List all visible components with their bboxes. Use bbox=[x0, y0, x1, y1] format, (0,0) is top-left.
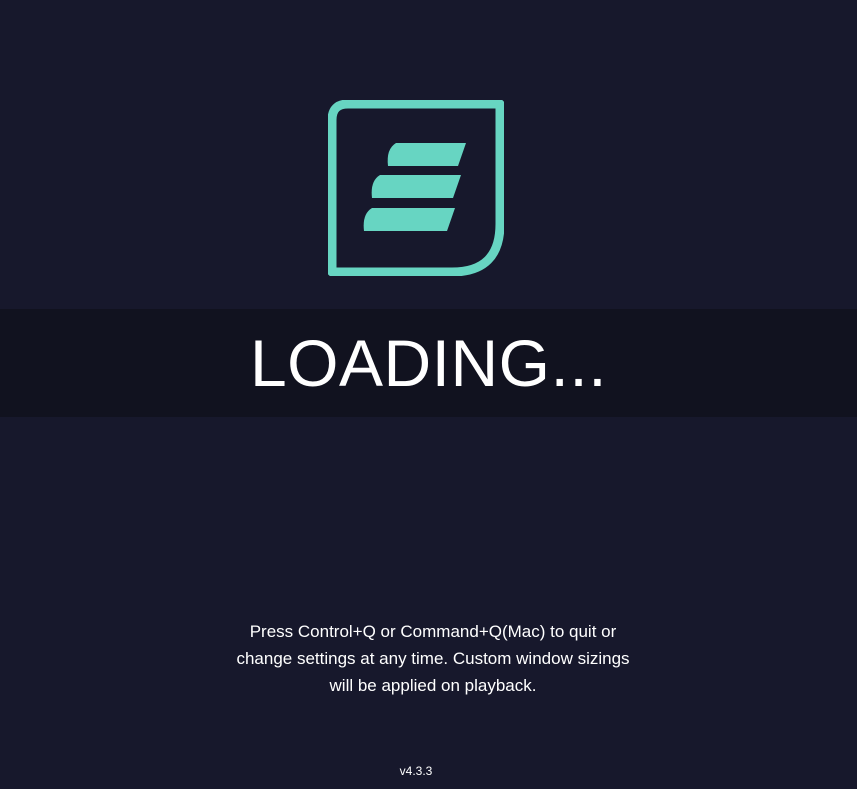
loading-label: LOADING... bbox=[249, 326, 608, 400]
version-label: v4.3.3 bbox=[399, 764, 433, 778]
notice-line: change settings at any time. Custom wind… bbox=[236, 649, 630, 668]
notice-line: Press Control+Q or Command+Q(Mac) to qui… bbox=[249, 622, 617, 641]
quit-instructions: Press Control+Q or Command+Q(Mac) to qui… bbox=[200, 618, 666, 699]
app-logo-icon bbox=[328, 100, 504, 276]
notice-line: will be applied on playback. bbox=[329, 676, 537, 695]
